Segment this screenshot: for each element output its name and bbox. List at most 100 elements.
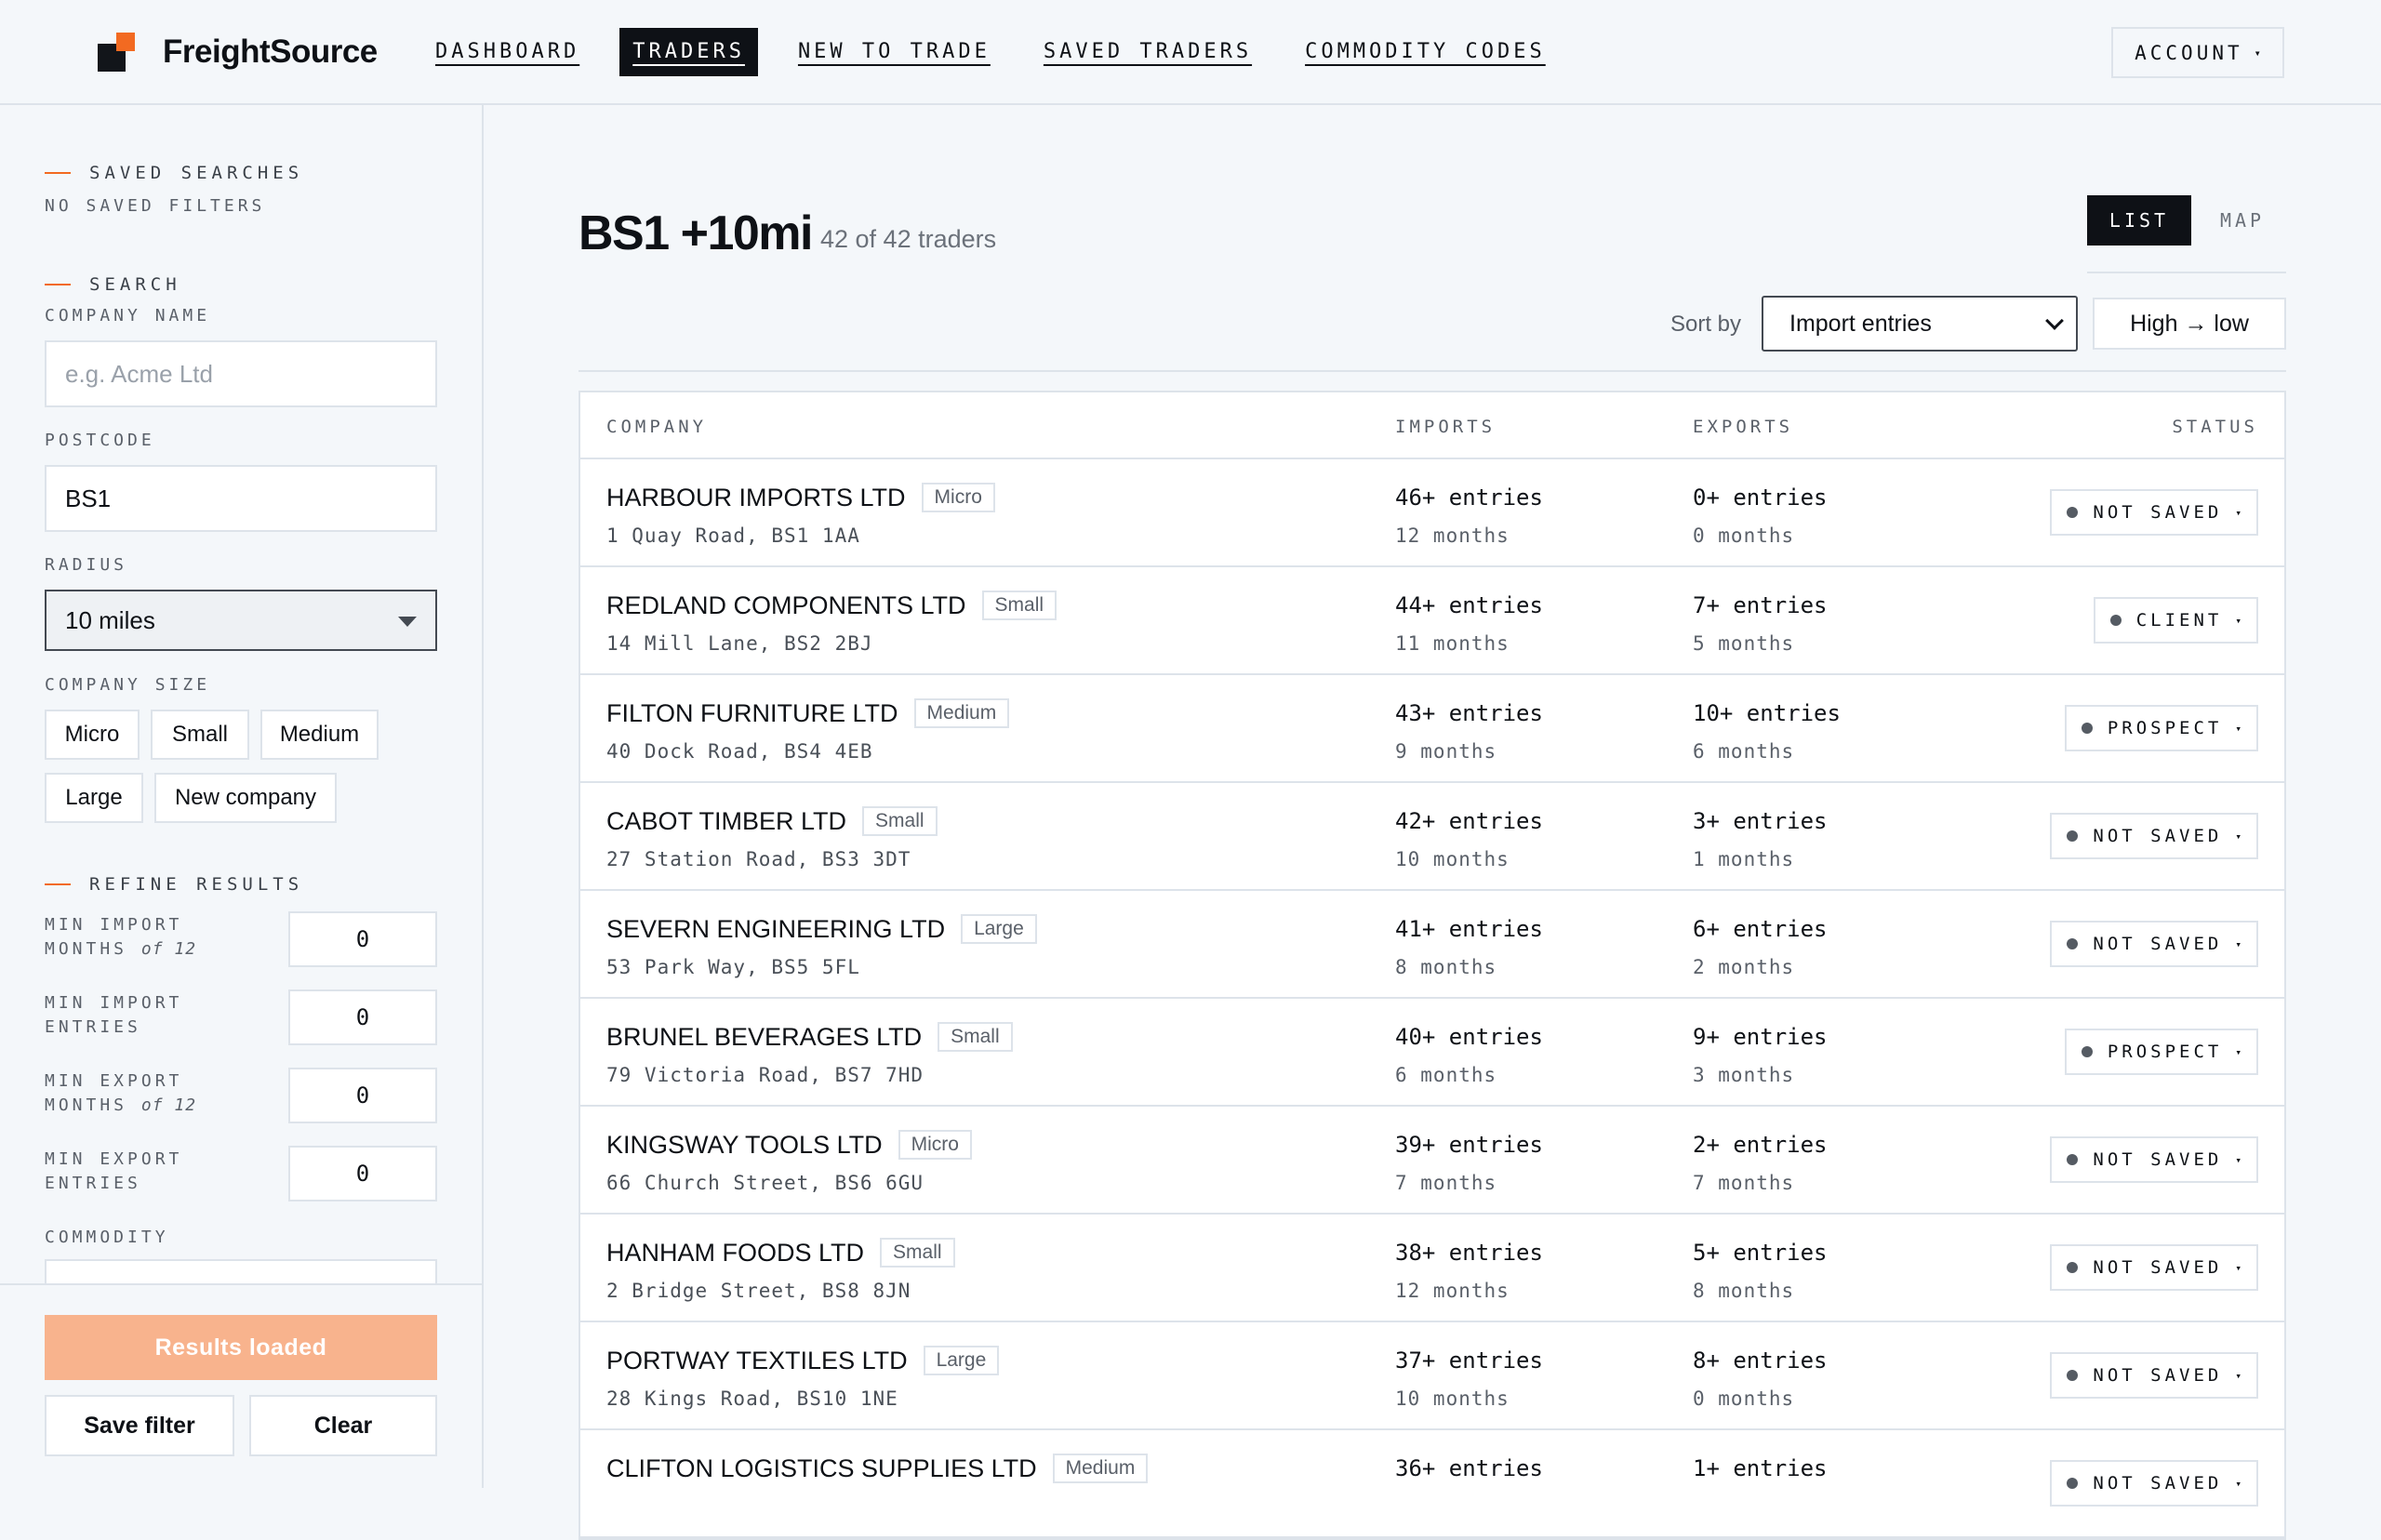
- postcode-input[interactable]: BS1: [45, 465, 437, 532]
- table-row[interactable]: BRUNEL BEVERAGES LTD Small 79 Victoria Roa…: [580, 999, 2284, 1107]
- status-dropdown[interactable]: NOT SAVED ▾: [2050, 1460, 2258, 1507]
- sort-order-button[interactable]: High → low: [2093, 298, 2286, 350]
- status-dropdown[interactable]: NOT SAVED ▾: [2050, 1136, 2258, 1183]
- table-row[interactable]: REDLAND COMPONENTS LTD Small 14 Mill Lane,…: [580, 567, 2284, 675]
- column-status[interactable]: STATUS: [2172, 417, 2258, 437]
- status-dropdown[interactable]: NOT SAVED ▾: [2050, 813, 2258, 859]
- status-dot-icon: [2067, 830, 2079, 842]
- table-row[interactable]: PORTWAY TEXTILES LTD Large 28 Kings Road, …: [580, 1322, 2284, 1430]
- status-dropdown[interactable]: PROSPECT ▾: [2064, 1029, 2258, 1075]
- brand-logo[interactable]: FreightSource: [98, 32, 378, 73]
- export-entries: 9+ entries: [1693, 1024, 1828, 1050]
- export-months: 0 months: [1693, 524, 1795, 547]
- company-name[interactable]: PORTWAY TEXTILES LTD Large: [606, 1346, 1000, 1375]
- chevron-down-icon: ▾: [2235, 937, 2241, 950]
- table-header: COMPANY IMPORTS EXPORTS STATUS: [580, 392, 2284, 459]
- account-label: ACCOUNT: [2135, 41, 2243, 64]
- company-name-input[interactable]: e.g. Acme Ltd: [45, 340, 437, 407]
- status-dropdown[interactable]: PROSPECT ▾: [2064, 705, 2258, 751]
- table-row[interactable]: SEVERN ENGINEERING LTD Large 53 Park Way, …: [580, 891, 2284, 999]
- nav-dashboard[interactable]: DASHBOARD: [422, 28, 592, 76]
- sort-label: Sort by: [1670, 312, 1742, 337]
- nav-new-to-trade[interactable]: NEW TO TRADE: [785, 28, 1004, 76]
- clear-button[interactable]: Clear: [249, 1395, 437, 1456]
- sort-select[interactable]: Import entries: [1762, 296, 2078, 352]
- company-name[interactable]: BRUNEL BEVERAGES LTD Small: [606, 1022, 1013, 1052]
- export-entries: 0+ entries: [1693, 485, 1828, 511]
- company-name[interactable]: KINGSWAY TOOLS LTD Micro: [606, 1130, 972, 1160]
- size-chip-micro[interactable]: Micro: [45, 710, 140, 760]
- company-name[interactable]: CLIFTON LOGISTICS SUPPLIES LTD Medium: [606, 1454, 1149, 1483]
- status-dropdown[interactable]: NOT SAVED ▾: [2050, 1244, 2258, 1291]
- status-dropdown[interactable]: NOT SAVED ▾: [2050, 921, 2258, 967]
- view-list-button[interactable]: LIST: [2087, 195, 2191, 246]
- table-row[interactable]: HANHAM FOODS LTD Small 2 Bridge Street, BS…: [580, 1215, 2284, 1322]
- status-dot-icon: [2109, 615, 2122, 626]
- column-company[interactable]: COMPANY: [606, 417, 707, 437]
- size-chip-medium[interactable]: Medium: [260, 710, 379, 760]
- export-months: 0 months: [1693, 1387, 1795, 1410]
- sidebar-footer: [0, 1283, 482, 1488]
- table-row[interactable]: HARBOUR IMPORTS LTD Micro 1 Quay Road, BS1…: [580, 459, 2284, 567]
- table-row[interactable]: CABOT TIMBER LTD Small 27 Station Road, BS…: [580, 783, 2284, 891]
- save-filter-button[interactable]: Save filter: [45, 1395, 234, 1456]
- nav-saved-traders[interactable]: SAVED TRADERS: [1031, 28, 1265, 76]
- size-badge: Medium: [913, 698, 1010, 728]
- column-exports[interactable]: EXPORTS: [1693, 417, 1793, 437]
- export-months: 7 months: [1693, 1172, 1795, 1194]
- column-imports[interactable]: IMPORTS: [1395, 417, 1496, 437]
- company-name[interactable]: REDLAND COMPONENTS LTD Small: [606, 591, 1057, 620]
- status-dot-icon: [2081, 1046, 2093, 1057]
- nav-commodity-codes[interactable]: COMMODITY CODES: [1292, 28, 1559, 76]
- import-months: 12 months: [1395, 524, 1510, 547]
- size-chip-small[interactable]: Small: [151, 710, 249, 760]
- status-dropdown[interactable]: NOT SAVED ▾: [2050, 1352, 2258, 1399]
- status-dropdown[interactable]: CLIENT ▾: [2093, 597, 2258, 644]
- status-label: NOT SAVED: [2093, 1149, 2223, 1170]
- radius-value: 10 miles: [65, 605, 155, 634]
- company-name[interactable]: FILTON FURNITURE LTD Medium: [606, 698, 1010, 728]
- status-label: CLIENT: [2135, 610, 2223, 631]
- import-entries: 37+ entries: [1395, 1348, 1543, 1374]
- chevron-down-icon: ▾: [2235, 614, 2241, 627]
- status-dot-icon: [2067, 1154, 2079, 1165]
- import-months: 9 months: [1395, 740, 1497, 763]
- min-import-entries-input[interactable]: 0: [288, 989, 437, 1045]
- radius-select[interactable]: 10 miles: [45, 590, 437, 651]
- account-button[interactable]: ACCOUNT ▾: [2111, 27, 2284, 78]
- min-export-entries-input[interactable]: 0: [288, 1146, 437, 1201]
- company-name[interactable]: CABOT TIMBER LTD Small: [606, 806, 938, 836]
- status-dot-icon: [2081, 723, 2093, 734]
- company-address: 53 Park Way, BS5 5FL: [606, 956, 860, 978]
- no-saved-filters-text: NO SAVED FILTERS: [45, 196, 266, 216]
- export-entries: 5+ entries: [1693, 1240, 1828, 1266]
- search-heading: SEARCH: [45, 274, 181, 295]
- export-entries: 1+ entries: [1693, 1455, 1828, 1481]
- export-entries: 3+ entries: [1693, 808, 1828, 834]
- table-row[interactable]: FILTON FURNITURE LTD Medium 40 Dock Road, …: [580, 675, 2284, 783]
- company-name[interactable]: HANHAM FOODS LTD Small: [606, 1238, 955, 1268]
- export-months: 6 months: [1693, 740, 1795, 763]
- dropdown-triangle-icon: [398, 617, 417, 627]
- table-row[interactable]: KINGSWAY TOOLS LTD Micro 66 Church Street,…: [580, 1107, 2284, 1215]
- company-name[interactable]: HARBOUR IMPORTS LTD Micro: [606, 483, 995, 512]
- chevron-down-icon: ▾: [2235, 1261, 2241, 1274]
- company-address: 27 Station Road, BS3 3DT: [606, 848, 911, 870]
- sort-value: Import entries: [1789, 310, 1932, 337]
- results-loaded-button[interactable]: Results loaded: [45, 1315, 437, 1380]
- status-label: NOT SAVED: [2093, 934, 2223, 954]
- view-map-button[interactable]: MAP: [2191, 195, 2294, 246]
- import-entries: 36+ entries: [1395, 1455, 1543, 1481]
- chevron-down-icon: ▾: [2254, 46, 2261, 60]
- size-chip-large[interactable]: Large: [45, 773, 143, 823]
- min-export-months-label: MIN EXPORT MONTHS of 12: [45, 1071, 197, 1115]
- company-name[interactable]: SEVERN ENGINEERING LTD Large: [606, 914, 1037, 944]
- nav-traders[interactable]: TRADERS: [619, 28, 758, 76]
- size-chip-new-company[interactable]: New company: [154, 773, 337, 823]
- status-dropdown[interactable]: NOT SAVED ▾: [2050, 489, 2258, 536]
- status-label: NOT SAVED: [2093, 1473, 2223, 1494]
- import-entries: 40+ entries: [1395, 1024, 1543, 1050]
- min-import-months-input[interactable]: 0: [288, 911, 437, 967]
- min-export-months-input[interactable]: 0: [288, 1068, 437, 1123]
- table-row[interactable]: CLIFTON LOGISTICS SUPPLIES LTD Medium 36+ …: [580, 1430, 2284, 1538]
